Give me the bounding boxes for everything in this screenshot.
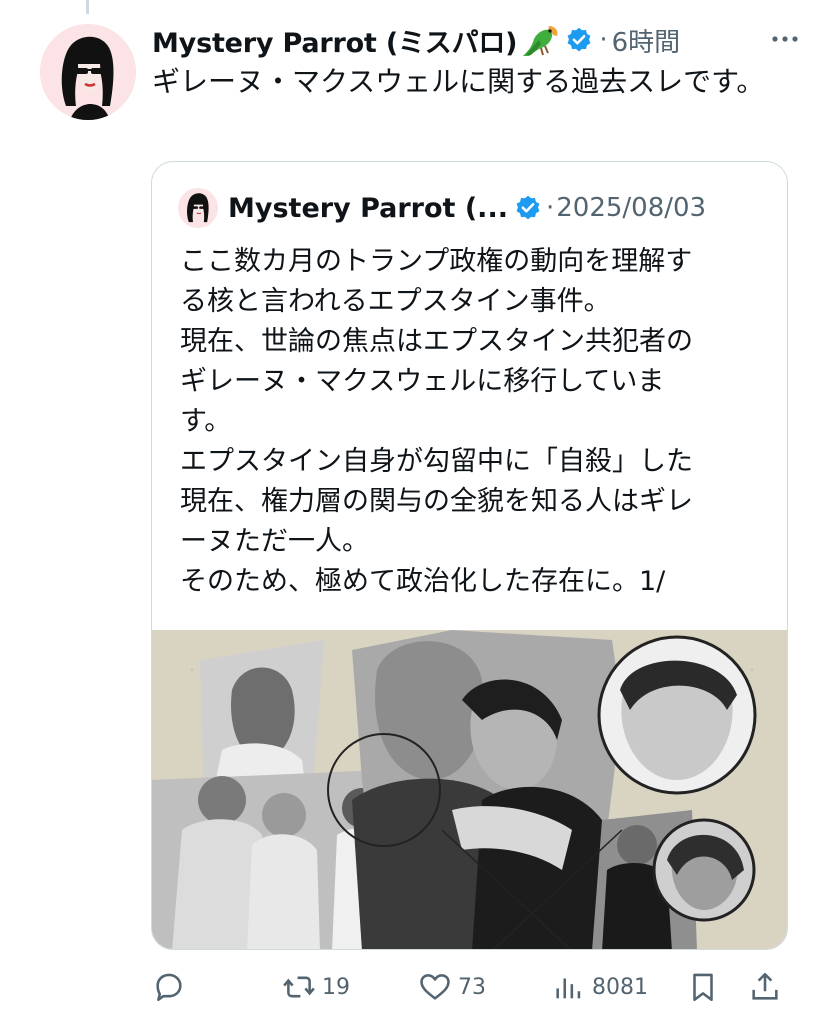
quoted-author-display-name: Mystery Parrot (... (228, 192, 508, 224)
quoted-text-line: 現在、世論の焦点はエプスタイン共犯者の (180, 326, 693, 357)
quoted-text-line: エプスタイン自身が勾留中に「自殺」した (180, 446, 693, 477)
parrot-emoji-icon (523, 26, 558, 56)
quoted-text-line: ーヌただ一人。 (180, 526, 369, 557)
quoted-text-line: ギレーヌ・マクスウェルに移行していま (180, 366, 665, 397)
more-options-icon[interactable] (768, 26, 802, 52)
quoted-post-image[interactable] (152, 630, 787, 949)
author-display-name[interactable]: Mystery Parrot (ミスパロ) (152, 21, 518, 60)
quoted-text-line: る核と言われるエプスタイン事件。 (180, 286, 611, 317)
bookmark-button[interactable] (686, 962, 720, 1012)
repost-count: 19 (322, 974, 350, 1000)
quoted-author-avatar (178, 188, 218, 228)
quoted-post-header: Mystery Parrot (... · 2025/08/03 (178, 188, 706, 228)
share-icon (752, 972, 778, 1000)
post-timestamp[interactable]: 6時間 (612, 22, 681, 59)
quoted-text-line: ここ数カ月のトランプ政権の動向を理解す (180, 246, 693, 277)
quoted-header-separator: · (545, 193, 555, 223)
quoted-post-text: ここ数カ月のトランプ政権の動向を理解す る核と言われるエプスタイン事件。 現在、… (180, 242, 770, 602)
like-button[interactable]: 73 (418, 962, 486, 1012)
like-count: 73 (458, 974, 486, 1000)
views-button[interactable]: 8081 (552, 962, 648, 1012)
heart-icon (420, 974, 450, 1000)
header-separator: · (599, 25, 608, 55)
post-header: Mystery Parrot (ミスパロ) · 6時間 (152, 18, 802, 62)
verified-badge-icon[interactable] (565, 26, 593, 54)
quoted-text-line: そのため、極めて政治化した存在に。1/ (180, 566, 666, 597)
reply-icon (156, 973, 182, 1002)
quoted-post-card[interactable]: Mystery Parrot (... · 2025/08/03 ここ数カ月のト… (151, 161, 788, 950)
woman-sunglasses-avatar-icon (40, 24, 136, 120)
quoted-post-date: 2025/08/03 (556, 193, 707, 223)
thread-connector-line (86, 0, 89, 14)
bookmark-icon (693, 973, 713, 1002)
post-actions-bar: 19 73 8081 (152, 962, 792, 1012)
photo-collage-image (152, 630, 787, 949)
share-button[interactable] (748, 962, 782, 1012)
quoted-text-line: 現在、権力層の関与の全貌を知る人はギレ (180, 486, 693, 517)
post-text: ギレーヌ・マクスウェルに関する過去スレです。 (152, 65, 765, 98)
views-count: 8081 (592, 974, 648, 1000)
repost-button[interactable]: 19 (282, 962, 350, 1012)
verified-badge-icon (516, 195, 540, 220)
woman-sunglasses-avatar-icon (178, 188, 218, 228)
quoted-text-line: す。 (180, 406, 232, 437)
avatar[interactable] (40, 24, 136, 120)
repost-icon (283, 976, 315, 998)
reply-button[interactable] (152, 962, 192, 1012)
analytics-icon (556, 978, 581, 999)
